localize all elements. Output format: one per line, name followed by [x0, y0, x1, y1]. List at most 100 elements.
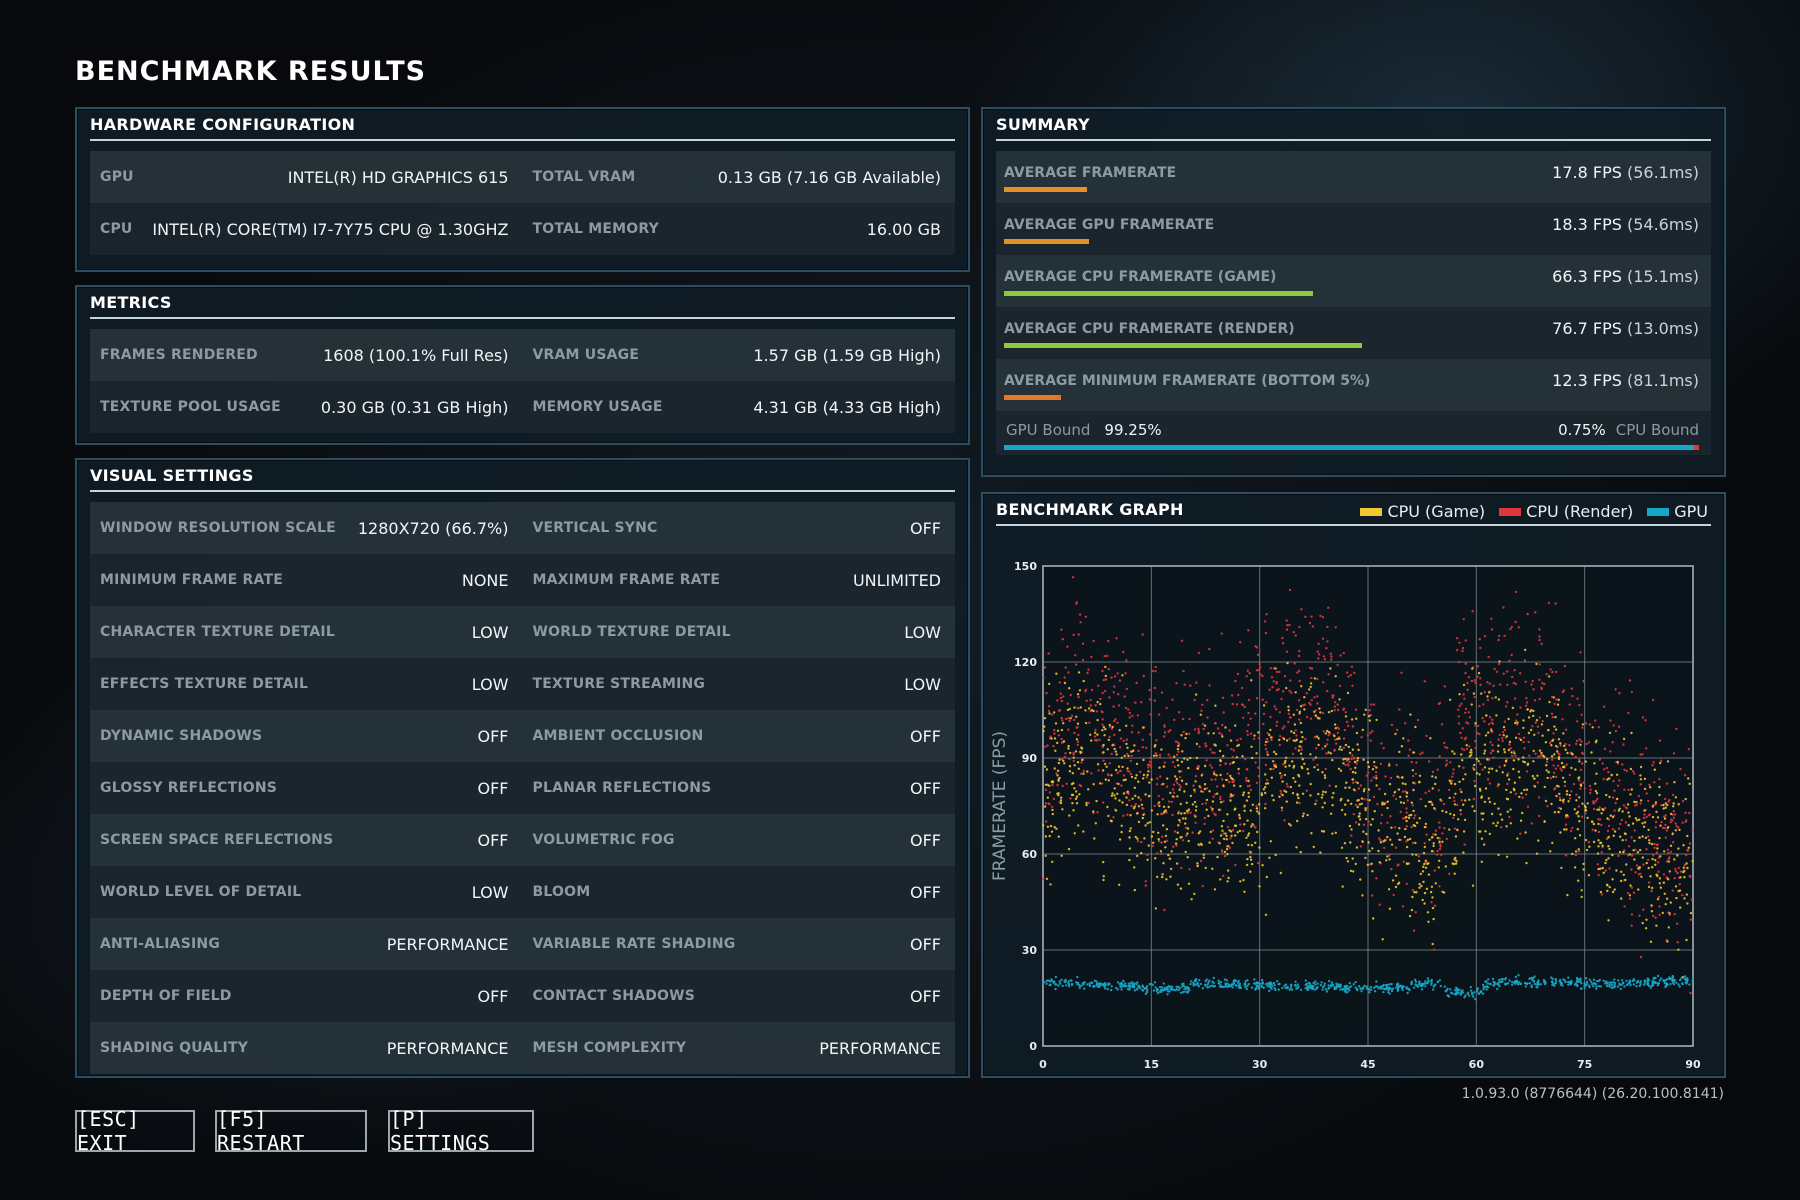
- data-point: [1659, 855, 1662, 858]
- data-point: [1448, 796, 1451, 800]
- data-point: [1509, 627, 1512, 631]
- data-point: [1158, 766, 1161, 769]
- data-point: [1334, 626, 1337, 629]
- data-point: [1154, 752, 1157, 755]
- data-point: [1411, 895, 1414, 899]
- data-point: [1351, 770, 1355, 774]
- summary-ms: (56.1ms): [1626, 163, 1699, 182]
- metric-label: FRAMES RENDERED: [100, 347, 258, 363]
- data-point: [1275, 720, 1279, 724]
- data-point: [1545, 673, 1548, 676]
- data-point: [1448, 780, 1452, 783]
- data-point: [1363, 788, 1366, 791]
- data-point: [1520, 792, 1523, 795]
- legend-swatch: [1647, 507, 1670, 516]
- data-point: [1678, 883, 1681, 886]
- data-point: [1061, 784, 1064, 788]
- data-point: [1488, 800, 1492, 804]
- data-point: [1382, 983, 1385, 987]
- data-point: [1153, 981, 1157, 984]
- data-point: [1297, 654, 1301, 658]
- data-point: [1184, 736, 1187, 740]
- data-point: [1558, 796, 1562, 799]
- data-point: [1141, 816, 1144, 820]
- data-point: [1386, 835, 1389, 839]
- data-point: [1459, 993, 1462, 996]
- data-point: [1393, 791, 1396, 794]
- data-point: [1257, 736, 1261, 740]
- data-point: [1580, 740, 1583, 743]
- exit-button[interactable]: [ESC] EXIT: [75, 1107, 195, 1155]
- data-point: [1517, 974, 1520, 977]
- data-point: [1647, 828, 1650, 832]
- data-point: [1095, 799, 1098, 803]
- data-point: [1356, 756, 1360, 760]
- data-point: [1687, 777, 1690, 780]
- data-point: [1669, 850, 1673, 854]
- summary-fps: 18.3 FPS: [1552, 215, 1622, 234]
- data-point: [1078, 986, 1081, 990]
- data-point: [1163, 735, 1166, 738]
- data-point: [1666, 760, 1670, 763]
- data-point: [1535, 852, 1539, 855]
- data-point: [1553, 788, 1556, 791]
- data-point: [1305, 715, 1309, 719]
- summary-label: AVERAGE FRAMERATE: [1004, 165, 1177, 181]
- data-point: [1354, 803, 1358, 807]
- data-point: [1640, 875, 1643, 878]
- gpu-bound-label: GPU Bound: [1006, 421, 1091, 439]
- data-point: [1421, 751, 1424, 754]
- data-point: [1466, 681, 1469, 685]
- data-point: [1531, 774, 1534, 778]
- data-point: [1631, 822, 1635, 825]
- data-point: [1321, 616, 1325, 619]
- data-point: [1639, 753, 1642, 756]
- data-point: [1221, 829, 1224, 832]
- data-point: [1375, 774, 1378, 778]
- data-point: [1619, 835, 1622, 838]
- data-point: [1184, 850, 1187, 854]
- data-point: [1068, 719, 1071, 723]
- data-point: [1250, 986, 1254, 989]
- data-point: [1178, 788, 1181, 791]
- data-point: [1473, 991, 1476, 994]
- restart-button[interactable]: [F5] RESTART: [215, 1107, 367, 1155]
- data-point: [1212, 732, 1215, 735]
- data-point: [1547, 675, 1551, 678]
- data-point: [1671, 841, 1675, 844]
- data-point: [1187, 882, 1191, 885]
- setting-label: WORLD TEXTURE DETAIL: [532, 624, 731, 640]
- metrics-row: FRAMES RENDERED 1608 (100.1% Full Res) VR…: [90, 329, 955, 381]
- data-point: [1666, 848, 1669, 851]
- data-point: [1434, 782, 1437, 786]
- data-point: [1555, 744, 1558, 748]
- data-point: [1349, 673, 1352, 677]
- data-point: [1385, 983, 1388, 987]
- data-point: [1327, 751, 1330, 754]
- data-point: [1676, 941, 1679, 944]
- data-point: [1448, 698, 1452, 701]
- data-point: [1612, 779, 1615, 783]
- data-point: [1216, 727, 1220, 730]
- metrics-rows: FRAMES RENDERED 1608 (100.1% Full Res) VR…: [90, 329, 955, 433]
- data-point: [1313, 677, 1317, 680]
- data-point: [1635, 985, 1638, 988]
- data-point: [1249, 870, 1252, 873]
- data-point: [1222, 754, 1225, 758]
- data-point: [1445, 763, 1448, 766]
- data-point: [1060, 978, 1063, 982]
- data-point: [1046, 744, 1049, 747]
- data-point: [1650, 889, 1653, 893]
- data-point: [1418, 781, 1421, 784]
- data-point: [1352, 983, 1355, 986]
- setting-label: WINDOW RESOLUTION SCALE: [100, 520, 336, 536]
- data-point: [1653, 846, 1656, 849]
- data-point: [1462, 851, 1465, 854]
- data-point: [1368, 714, 1371, 718]
- data-point: [1519, 819, 1523, 822]
- data-point: [1056, 729, 1060, 732]
- data-point: [1401, 776, 1404, 779]
- data-point: [1262, 704, 1266, 707]
- settings-button[interactable]: [P] SETTINGS: [388, 1107, 534, 1155]
- data-point: [1412, 817, 1416, 820]
